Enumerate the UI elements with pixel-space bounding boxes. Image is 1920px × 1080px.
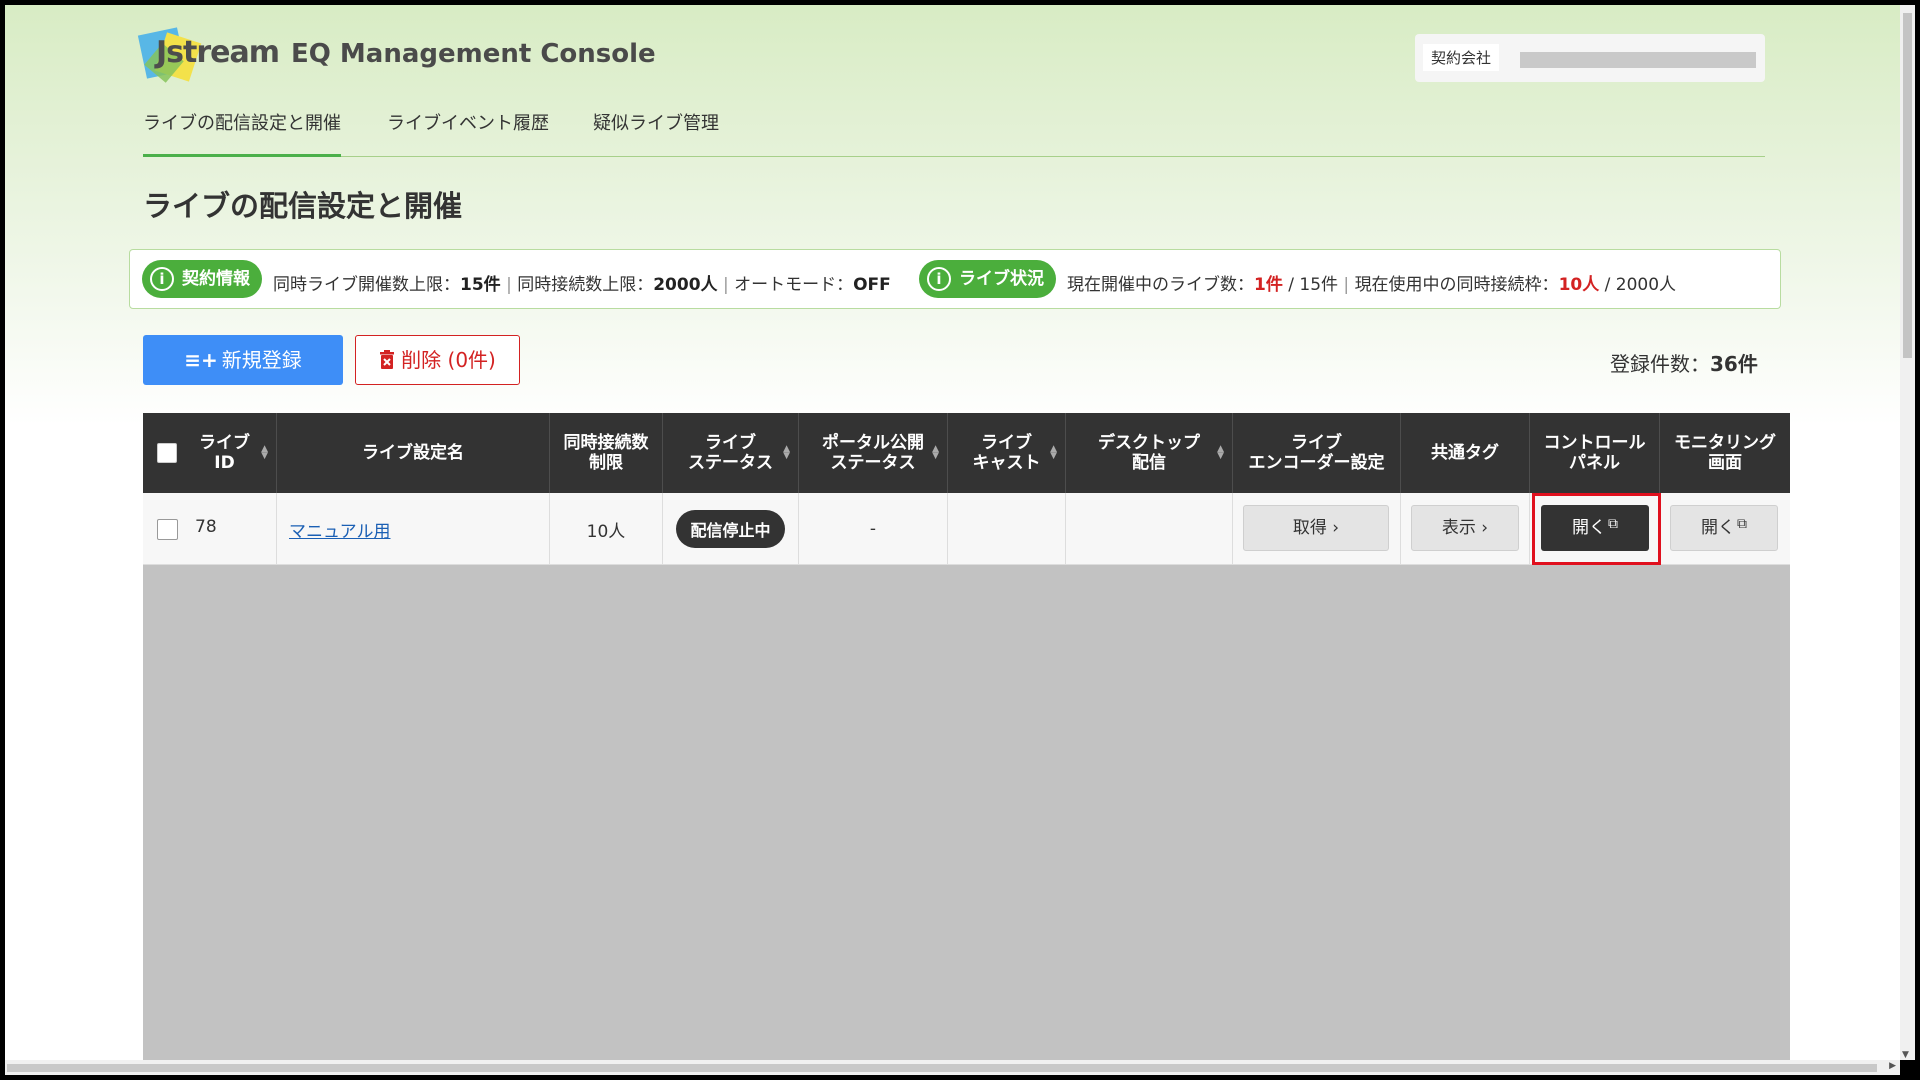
add-list-icon: ≡+ [184, 348, 218, 372]
status-badge: 配信停止中 [676, 510, 785, 548]
live-settings-table: ライブ ID ▲ ▼ ライブ設定名 同時接続数 制限 ライブ ステータス ▲ ▼ ポータ… [143, 413, 1790, 1060]
contract-company-value-redacted [1520, 52, 1756, 68]
table-header: ライブ ID ▲ ▼ ライブ設定名 同時接続数 制限 ライブ ステータス ▲ ▼ ポータ… [143, 413, 1790, 493]
live-setting-name-link[interactable]: マニュアル用 [289, 517, 391, 542]
page-title: ライブの配信設定と開催 [143, 189, 463, 223]
scroll-down-arrow-icon[interactable]: ▼ [1902, 1050, 1909, 1060]
info-icon: i [150, 267, 174, 291]
horizontal-scroll-thumb[interactable] [7, 1064, 1877, 1072]
row-checkbox[interactable] [157, 519, 178, 540]
sort-icon[interactable]: ▲ ▼ [1217, 445, 1224, 461]
live-status-text: 現在開催中のライブ数：1件 / 15件 | 現在使用中の同時接続枠：10人 / … [1067, 275, 1677, 295]
sort-icon[interactable]: ▲ ▼ [783, 445, 790, 461]
scroll-right-arrow-icon[interactable]: ▶ [1889, 1061, 1896, 1071]
table-row: 78 マニュアル用 10人 配信停止中 - 取得 › 表示 › 開く ⧉ 開く … [143, 493, 1790, 565]
sort-icon[interactable]: ▲ ▼ [261, 445, 268, 461]
encoder-get-button[interactable]: 取得 › [1243, 505, 1389, 551]
nav-live-event-history[interactable]: ライブイベント履歴 [387, 109, 549, 157]
cell-encoder: 取得 › [1233, 493, 1401, 565]
contract-company-box: 契約会社 [1415, 34, 1765, 82]
col-live-id[interactable]: ライブ ID ▲ ▼ [143, 413, 277, 493]
live-status-label: ライブ状況 [959, 269, 1044, 289]
live-id: 78 [195, 517, 217, 537]
sort-icon[interactable]: ▲ ▼ [932, 445, 939, 461]
col-live-cast[interactable]: ライブ キャスト ▲ ▼ [948, 413, 1066, 493]
col-live-status[interactable]: ライブ ステータス ▲ ▼ [663, 413, 799, 493]
info-icon: i [927, 267, 951, 291]
select-all-checkbox[interactable] [157, 443, 177, 463]
cell-desktop [1066, 493, 1233, 565]
cell-live-status: 配信停止中 [663, 493, 799, 565]
contract-company-label: 契約会社 [1423, 44, 1500, 71]
col-monitoring: モニタリング 画面 [1674, 433, 1776, 473]
cell-live-id: 78 [143, 493, 277, 565]
jstream-logo[interactable]: Jstream [137, 25, 280, 83]
live-status-pill: i ライブ状況 [919, 260, 1056, 298]
col-encoder: ライブ エンコーダー設定 [1233, 413, 1401, 493]
nav-live-settings[interactable]: ライブの配信設定と開催 [143, 109, 341, 157]
horizontal-scrollbar[interactable]: ▶ [5, 1060, 1900, 1075]
new-registration-button[interactable]: ≡+ 新規登録 [143, 335, 343, 385]
cell-conn-limit: 10人 [550, 493, 663, 565]
delete-button[interactable]: 削除 (0件) [355, 335, 520, 385]
common-tag-show-button[interactable]: 表示 › [1411, 505, 1519, 551]
col-conn-limit: 同時接続数 制限 [550, 413, 663, 493]
cell-portal-status: - [799, 493, 948, 565]
vertical-scrollbar[interactable]: ▼ [1900, 5, 1915, 1060]
contract-info-pill: i 契約情報 [142, 260, 262, 298]
col-control-panel: コントロール パネル [1530, 413, 1660, 493]
cell-live-cast [948, 493, 1066, 565]
col-common-tag: 共通タグ [1401, 413, 1530, 493]
main-nav: ライブの配信設定と開催 ライブイベント履歴 疑似ライブ管理 [143, 103, 1765, 157]
contract-info-label: 契約情報 [182, 269, 250, 289]
registered-count: 登録件数：36件 [1610, 352, 1758, 376]
logo-text: Jstream [156, 35, 280, 70]
info-bar: i 契約情報 同時ライブ開催数上限：15件 | 同時接続数上限：2000人 | … [129, 249, 1781, 309]
col-name: ライブ設定名 [277, 413, 550, 493]
vertical-scroll-thumb[interactable] [1903, 13, 1912, 358]
trash-icon [380, 350, 395, 369]
nav-pseudo-live[interactable]: 疑似ライブ管理 [593, 109, 719, 157]
col-portal-status[interactable]: ポータル公開 ステータス ▲ ▼ [799, 413, 948, 493]
cell-name: マニュアル用 [277, 493, 550, 565]
external-link-icon: ⧉ [1737, 516, 1747, 532]
cell-monitoring: 開く ⧉ [1660, 493, 1790, 565]
control-panel-open-button[interactable]: 開く ⧉ [1541, 505, 1649, 551]
cell-common-tag: 表示 › [1401, 493, 1530, 565]
browser-viewport: Jstream EQ Management Console 契約会社 ライブの配… [5, 5, 1900, 1060]
col-desktop[interactable]: デスクトップ 配信 ▲ ▼ [1066, 413, 1233, 493]
app-title: EQ Management Console [291, 39, 656, 69]
sort-icon[interactable]: ▲ ▼ [1050, 445, 1057, 461]
cell-control-panel: 開く ⧉ [1530, 493, 1660, 565]
monitoring-open-button[interactable]: 開く ⧉ [1670, 505, 1778, 551]
external-link-icon: ⧉ [1608, 516, 1618, 532]
contract-info-text: 同時ライブ開催数上限：15件 | 同時接続数上限：2000人 | オートモード：… [273, 275, 891, 295]
